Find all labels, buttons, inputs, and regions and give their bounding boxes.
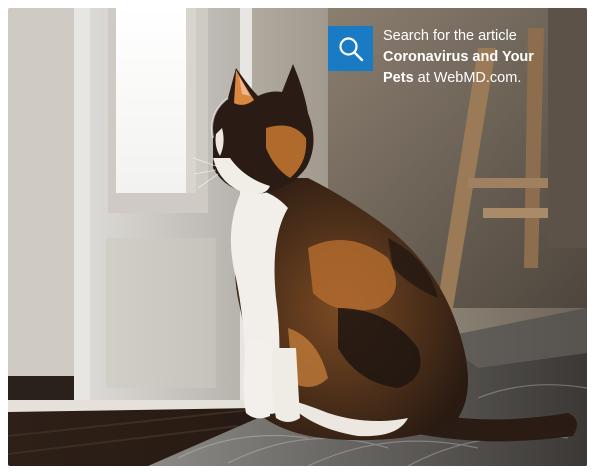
promo-line3-suffix: at WebMD.com. (413, 70, 522, 86)
article-title-part1: Coronavirus and Your (383, 49, 534, 65)
article-title-part2: Pets (383, 70, 414, 86)
promo-caption: Search for the article Coronavirus and Y… (383, 26, 583, 89)
search-button[interactable] (328, 26, 373, 71)
search-icon (338, 36, 363, 61)
promo-line1: Search for the article (383, 28, 517, 44)
search-callout: Search for the article Coronavirus and Y… (328, 26, 583, 106)
photo-frame: Search for the article Coronavirus and Y… (8, 8, 587, 466)
